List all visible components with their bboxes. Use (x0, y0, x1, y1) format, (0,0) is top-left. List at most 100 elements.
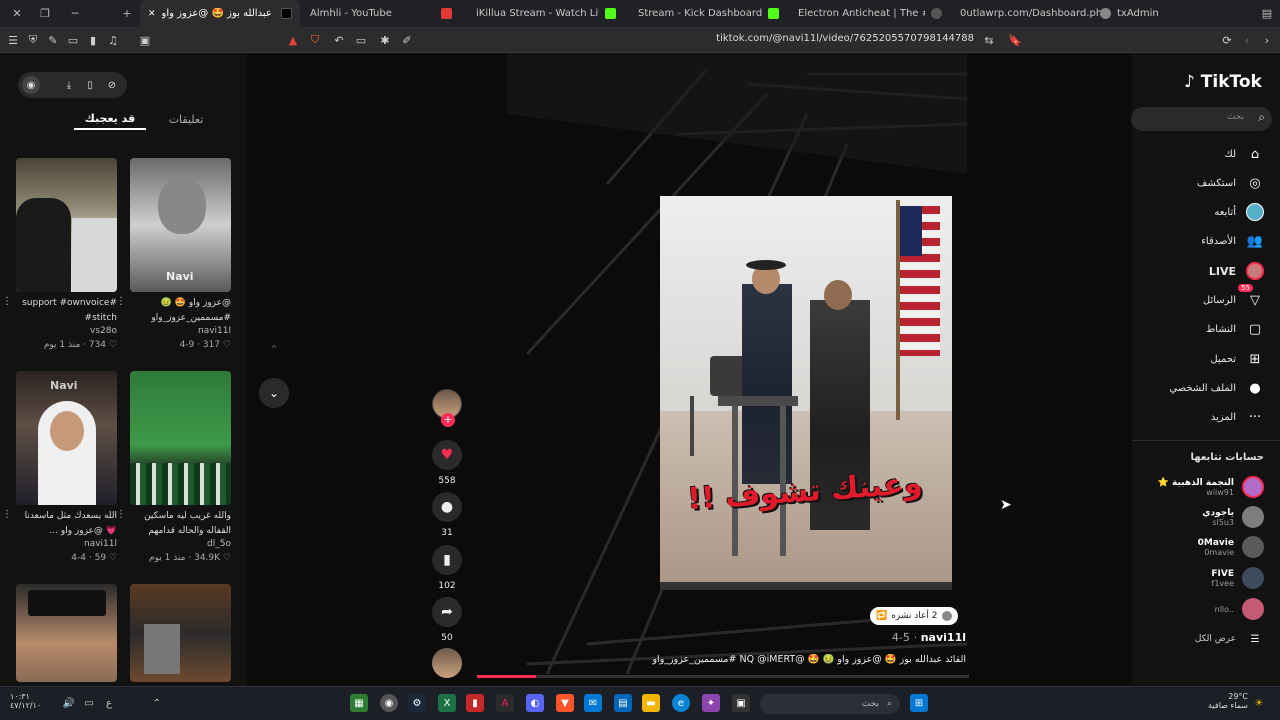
next-video-button[interactable]: ⌄ (259, 378, 289, 408)
tab-outlawrp[interactable]: 0utlawrp.com/Dashboard.php (952, 0, 1102, 27)
tab-search-icon[interactable]: ▤ (1254, 0, 1280, 27)
minimize-window-icon[interactable]: ─ (62, 0, 88, 27)
copilot-icon[interactable]: ✦ (702, 694, 720, 712)
more-options-icon[interactable]: ⋮ (116, 509, 126, 520)
windows-start-icon[interactable]: ⊞ (910, 694, 928, 712)
recommended-video[interactable]: #support #ownvoice #stitch vs28o ♡ 734 ·… (2, 158, 117, 354)
shield-icon[interactable]: ⛨ (24, 31, 42, 49)
weather-widget[interactable]: 29°C سماء صافية (1206, 692, 1248, 710)
taskbar-search-input[interactable]: بحث ⌕ (760, 694, 900, 714)
nav-profile[interactable]: الملف الشخصي ● (1169, 377, 1264, 399)
bookmark-icon[interactable]: ▮ (432, 545, 462, 575)
video-thumbnail[interactable]: Navi (130, 158, 231, 292)
video-thumbnail[interactable] (16, 158, 117, 292)
address-bar[interactable]: tiktok.com/@navi11l/video/76252055707981… (540, 33, 974, 44)
video-thumbnail[interactable]: Navi (16, 371, 117, 505)
brave-shield-icon[interactable]: ⛉ (306, 31, 324, 49)
ai-icon[interactable]: ◉ (22, 76, 40, 94)
video-thumbnail[interactable] (130, 371, 231, 505)
edit-icon[interactable]: ✐ (398, 31, 416, 49)
recommended-video[interactable] (16, 584, 117, 682)
mobile-icon[interactable]: ▯ (81, 76, 99, 94)
download-icon[interactable]: ⤓ (60, 76, 78, 94)
tab-kick-dashboard[interactable]: Stream - Kick Dashboard (630, 0, 780, 27)
repost-badge[interactable]: 2 أعاد نشره 🔁 (870, 607, 958, 625)
following-account[interactable]: FIVE f1vee (1211, 565, 1264, 591)
forward-icon[interactable]: › (1258, 31, 1276, 49)
tray-arrow-icon[interactable]: ⌃ (148, 694, 166, 712)
video-thumbnail[interactable] (130, 584, 231, 682)
video-frame[interactable]: وعينك تشوف !! (660, 196, 952, 590)
menu-icon[interactable]: ☰ (4, 31, 22, 49)
heart-icon[interactable]: ♥ (432, 440, 462, 470)
previous-video-button[interactable]: ⌃ (259, 335, 289, 365)
new-tab-icon[interactable]: + (114, 0, 140, 27)
tab-comments[interactable]: تعليقات (162, 108, 210, 130)
nav-activity[interactable]: النشاط ▢ (1206, 318, 1264, 340)
recommended-video[interactable]: Navi @عزوز واو 🤩 🤢 #مسممين_عزوز_واو navi… (116, 158, 231, 354)
sidebar-icon[interactable]: ▮ (84, 31, 102, 49)
recommended-video[interactable]: Navi الله يسعدك مثل ماسعدنا 💗 @عزوز واو … (2, 371, 117, 567)
obs-icon[interactable]: ◉ (380, 694, 398, 712)
edge-icon[interactable]: e (672, 694, 690, 712)
recommended-video[interactable]: والله غريب ليه ماسكين القفاله والحاله قد… (116, 371, 231, 567)
video-thumbnail[interactable] (16, 584, 117, 682)
close-window-icon[interactable]: ✕ (4, 0, 30, 27)
more-options-icon[interactable]: ⋮ (2, 296, 12, 307)
tab-close-icon[interactable]: ✕ (148, 9, 156, 19)
search-input[interactable]: بحث ⌕ (1131, 107, 1272, 131)
share-icon[interactable]: ➦ (432, 597, 462, 627)
acrobat-icon[interactable]: A (496, 694, 514, 712)
progress-track[interactable] (477, 675, 969, 678)
video-author-line[interactable]: 4-5 · navi11l (880, 631, 966, 644)
mail-icon[interactable]: ✉ (584, 694, 602, 712)
tab-kick-stream[interactable]: iKillua Stream - Watch Live on K (468, 0, 624, 27)
bookmark-icon[interactable]: 🔖 (1006, 31, 1024, 49)
share-icon[interactable]: ⇆ (980, 31, 998, 49)
brave-rewards-icon[interactable]: ▲ (284, 31, 302, 49)
block-icon[interactable]: ⊘ (103, 76, 121, 94)
recommended-video[interactable] (130, 584, 231, 682)
network-icon[interactable]: ▭ (80, 694, 98, 712)
app-icon[interactable]: ▦ (350, 694, 368, 712)
tab-txadmin[interactable]: txAdmin (1092, 0, 1202, 27)
music-icon[interactable]: ♫ (104, 31, 122, 49)
comment-button[interactable]: ● 31 (431, 492, 463, 538)
tab-youtube[interactable]: Almhli - YouTube (302, 0, 460, 27)
screen-icon[interactable]: ▭ (352, 31, 370, 49)
following-account[interactable]: 0Mavie 0mavie (1198, 534, 1264, 560)
see-all-link[interactable]: عرض الكل ☰ (1195, 628, 1264, 650)
like-button[interactable]: ♥ 558 (431, 440, 463, 486)
nav-more[interactable]: المزيد ··· (1211, 406, 1264, 428)
comment-icon[interactable]: ● (432, 492, 462, 522)
brave-icon[interactable]: ▼ (556, 694, 574, 712)
reload-icon[interactable]: ⟳ (1218, 31, 1236, 49)
app-red-icon[interactable]: ▮ (466, 694, 484, 712)
search-icon[interactable]: ⌕ (1258, 110, 1265, 125)
creator-avatar-button[interactable]: + (431, 389, 463, 427)
back-icon[interactable]: ‹ (1238, 31, 1256, 49)
tab-tiktok[interactable]: ✕ القائد عبدالله بوز 🤩 @عزوز واو (140, 0, 300, 27)
following-account[interactable]: ⭐ النجمة الذهبية wiiw91 (1158, 474, 1264, 500)
more-options-icon[interactable]: ⋮ (2, 509, 12, 520)
follow-plus-icon[interactable]: + (441, 413, 455, 427)
discord-icon[interactable]: ◐ (526, 694, 544, 712)
steam-icon[interactable]: ⚙ (408, 694, 426, 712)
language-indicator[interactable]: ع (100, 694, 118, 712)
translate-icon[interactable]: ✱ (376, 31, 394, 49)
nav-messages[interactable]: الرسائل ▽ 55 (1203, 284, 1264, 311)
nav-following[interactable]: أتابعه (1214, 201, 1264, 223)
tiktok-logo[interactable]: ♪ TikTok (1184, 72, 1262, 92)
tab-for-you[interactable]: قد يعجبك (74, 108, 146, 130)
speaker-icon[interactable]: 🔊 (60, 694, 78, 712)
following-account[interactable]: ياجودي sl5u3 (1202, 504, 1264, 530)
nav-explore[interactable]: استكشف ◎ (1197, 172, 1264, 194)
clock[interactable]: ١٠:٣١ ٤٧/١٢/١٠ (10, 692, 60, 710)
task-view-icon[interactable]: ▣ (732, 694, 750, 712)
share-button[interactable]: ➦ 50 (431, 597, 463, 643)
music-disc-icon[interactable] (432, 648, 462, 678)
save-button[interactable]: ▮ 102 (431, 545, 463, 591)
store-icon[interactable]: ▤ (614, 694, 632, 712)
nav-for-you[interactable]: لك ⌂ (1225, 143, 1264, 165)
excel-icon[interactable]: X (438, 694, 456, 712)
